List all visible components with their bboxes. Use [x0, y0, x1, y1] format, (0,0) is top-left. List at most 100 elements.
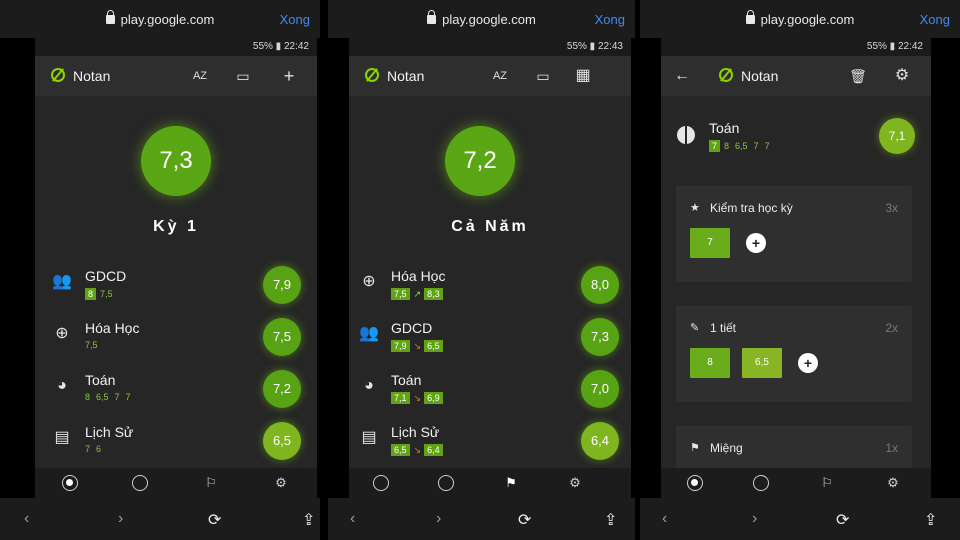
- url-text[interactable]: play.google.com: [0, 10, 320, 27]
- ruler-icon[interactable]: ▭: [232, 65, 254, 87]
- subject-score: 7,1: [879, 118, 915, 154]
- settings-icon[interactable]: ⚙: [891, 65, 913, 87]
- sort-az-icon[interactable]: AZ: [489, 65, 511, 87]
- back-icon[interactable]: ‹: [350, 510, 355, 528]
- nav-settings-icon[interactable]: ⚙: [273, 475, 289, 491]
- browser-url-bar[interactable]: play.google.com Xong: [640, 0, 960, 38]
- ruler-icon[interactable]: ▭: [532, 65, 554, 87]
- lock-icon: [105, 10, 115, 24]
- done-button[interactable]: Xong: [595, 12, 625, 27]
- app-name: Notan: [387, 68, 425, 84]
- subject-row[interactable]: ◕ Toán 8 6,5 7 7 7,2: [35, 366, 317, 416]
- nav-term1-icon[interactable]: [62, 475, 78, 491]
- subject-row[interactable]: ▤ Lịch Sử 76 6,5: [35, 418, 317, 468]
- subject-title: Toán: [709, 120, 740, 136]
- url-text[interactable]: play.google.com: [640, 10, 960, 27]
- subject-score: 7,3: [581, 318, 619, 356]
- subject-score: 8,0: [581, 266, 619, 304]
- trash-icon[interactable]: 🗑: [847, 65, 869, 87]
- reload-icon[interactable]: ⟳: [208, 510, 221, 530]
- subject-score: 7,9: [263, 266, 301, 304]
- status-text: 55% ▮ 22:43: [566, 41, 623, 52]
- done-button[interactable]: Xong: [280, 12, 310, 27]
- flag-icon: ⚑: [690, 442, 700, 454]
- subject-row[interactable]: 👥 GDCD 7,9 ↘ 6,5 7,3: [349, 314, 631, 364]
- subject-row[interactable]: 👥 GDCD 8 7,5 7,9: [35, 262, 317, 312]
- app-toolbar: ← Notan 🗑 ⚙: [661, 56, 931, 96]
- category-weight: 1x: [885, 441, 898, 455]
- category-title: Kiểm tra học kỳ: [710, 201, 793, 215]
- app-toolbar: Notan AZ ▭ +: [35, 56, 317, 96]
- grade-chip: 6,4: [424, 444, 443, 456]
- nav-flag-icon[interactable]: ⚐: [203, 475, 219, 491]
- forward-icon[interactable]: ›: [436, 510, 441, 528]
- subject-row[interactable]: ⊕ Hóa Học 7,5 7,5: [35, 314, 317, 364]
- reload-icon[interactable]: ⟳: [518, 510, 531, 530]
- nav-term1-icon[interactable]: [687, 475, 703, 491]
- pie-icon: ◕: [57, 377, 67, 394]
- share-icon[interactable]: ⇪: [302, 510, 315, 530]
- average-score: 7,2: [445, 126, 515, 196]
- nav-term1-icon[interactable]: [373, 475, 389, 491]
- bottom-nav: ⚑ ⚙: [349, 468, 631, 498]
- done-button[interactable]: Xong: [920, 12, 950, 27]
- subject-row[interactable]: ◕ Toán 7,1 ↘ 6,9 7,0: [349, 366, 631, 416]
- status-bar: 55% ▮ 22:42: [35, 38, 317, 56]
- grid-icon[interactable]: ▦: [572, 65, 594, 87]
- nav-term2-icon[interactable]: [438, 475, 454, 491]
- back-icon[interactable]: ‹: [24, 510, 29, 528]
- nav-settings-icon[interactable]: ⚙: [567, 475, 583, 491]
- url-text[interactable]: play.google.com: [328, 10, 635, 27]
- grade-trend: 7,5 ↗ 8,3: [391, 288, 447, 300]
- add-grade-button[interactable]: +: [798, 353, 818, 373]
- category-card: ★ Kiểm tra học kỳ 3x 7 +: [676, 186, 912, 282]
- nav-flag-icon[interactable]: ⚐: [819, 475, 835, 491]
- notan-logo-icon: [719, 68, 733, 82]
- grade-chip: 6,5: [424, 340, 443, 352]
- grade-trend: 7,1 ↘ 6,9: [391, 392, 447, 404]
- category-weight: 2x: [885, 321, 898, 335]
- nav-term2-icon[interactable]: [132, 475, 148, 491]
- nav-term2-icon[interactable]: [753, 475, 769, 491]
- share-icon[interactable]: ⇪: [924, 510, 937, 530]
- category-title: Miệng: [710, 441, 743, 455]
- add-icon[interactable]: +: [278, 65, 300, 87]
- term-label: Kỳ 1: [153, 218, 199, 235]
- grade-value: 7: [85, 444, 91, 454]
- grade-list: 8 7,5: [85, 288, 119, 300]
- grade-button[interactable]: 6,5: [742, 348, 782, 378]
- add-grade-button[interactable]: +: [746, 233, 766, 253]
- trend-up-icon: ↗: [413, 289, 422, 299]
- forward-icon[interactable]: ›: [118, 510, 123, 528]
- grade-chip: 7,9: [391, 340, 410, 352]
- subject-row[interactable]: ⊕ Hóa Học 7,5 ↗ 8,3 8,0: [349, 262, 631, 312]
- browser-url-bar[interactable]: play.google.com Xong: [328, 0, 635, 38]
- back-arrow-icon[interactable]: ←: [671, 65, 693, 87]
- share-icon[interactable]: ⇪: [604, 510, 617, 530]
- nav-settings-icon[interactable]: ⚙: [885, 475, 901, 491]
- subject-score: 7,2: [263, 370, 301, 408]
- notan-logo-icon: [365, 68, 379, 82]
- grade-value: 6,5: [735, 141, 748, 151]
- nav-flag-icon[interactable]: ⚑: [503, 475, 519, 491]
- reload-icon[interactable]: ⟳: [836, 510, 849, 530]
- browser-toolbar: ‹ › ⟳ ⇪: [640, 498, 960, 540]
- pie-icon: [677, 126, 695, 144]
- subject-name: Hóa Học: [85, 320, 140, 336]
- subject-name: Lịch Sử: [85, 424, 134, 440]
- subject-row[interactable]: ▤ Lịch Sử 6,5 ↘ 6,4 6,4: [349, 418, 631, 468]
- grade-value: 6: [96, 444, 102, 454]
- grade-button[interactable]: 7: [690, 228, 730, 258]
- subject-name: Toán: [391, 372, 422, 388]
- panel-full-year: play.google.com Xong 55% ▮ 22:43 Notan A…: [328, 0, 635, 540]
- term-label: Cả Năm: [451, 218, 529, 235]
- grade-chip: 6,5: [391, 444, 410, 456]
- panel-term1: play.google.com Xong 55% ▮ 22:42 Notan A…: [0, 0, 320, 540]
- grade-value: 6,5: [96, 392, 109, 402]
- back-icon[interactable]: ‹: [662, 510, 667, 528]
- sort-az-icon[interactable]: AZ: [189, 65, 211, 87]
- browser-url-bar[interactable]: play.google.com Xong: [0, 0, 320, 38]
- grade-chip: 8: [85, 288, 97, 300]
- grade-button[interactable]: 8: [690, 348, 730, 378]
- forward-icon[interactable]: ›: [752, 510, 757, 528]
